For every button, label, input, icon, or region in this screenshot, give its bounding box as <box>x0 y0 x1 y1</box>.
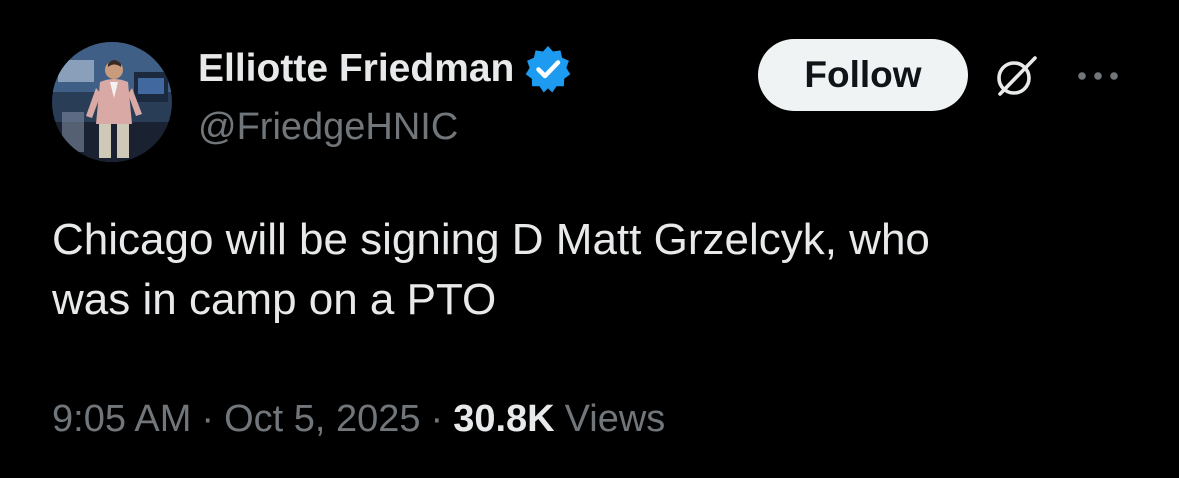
tweet-text: Chicago will be signing D Matt Grzelcyk,… <box>52 215 930 324</box>
avatar[interactable] <box>52 42 172 162</box>
meta-separator: · <box>201 398 215 440</box>
tweet-time[interactable]: 9:05 AM <box>52 398 191 441</box>
tweet-card: Elliotte Friedman @FriedgeHNIC Follow Ch… <box>0 0 1179 478</box>
avatar-image <box>52 42 172 162</box>
verified-badge-icon[interactable] <box>522 43 574 95</box>
follow-button[interactable]: Follow <box>758 39 968 111</box>
grok-icon[interactable] <box>990 50 1042 102</box>
meta-separator: · <box>430 398 444 440</box>
author-display-name[interactable]: Elliotte Friedman <box>198 47 514 91</box>
tweet-date[interactable]: Oct 5, 2025 <box>224 398 420 441</box>
views-count[interactable]: 30.8K <box>453 398 554 441</box>
author-handle[interactable]: @FriedgeHNIC <box>198 106 458 149</box>
more-icon[interactable] <box>1072 58 1124 94</box>
views-label: Views <box>564 398 666 440</box>
tweet-meta: 9:05 AM · Oct 5, 2025 · 30.8K Views <box>52 398 665 441</box>
author-name-row: Elliotte Friedman <box>198 44 574 94</box>
